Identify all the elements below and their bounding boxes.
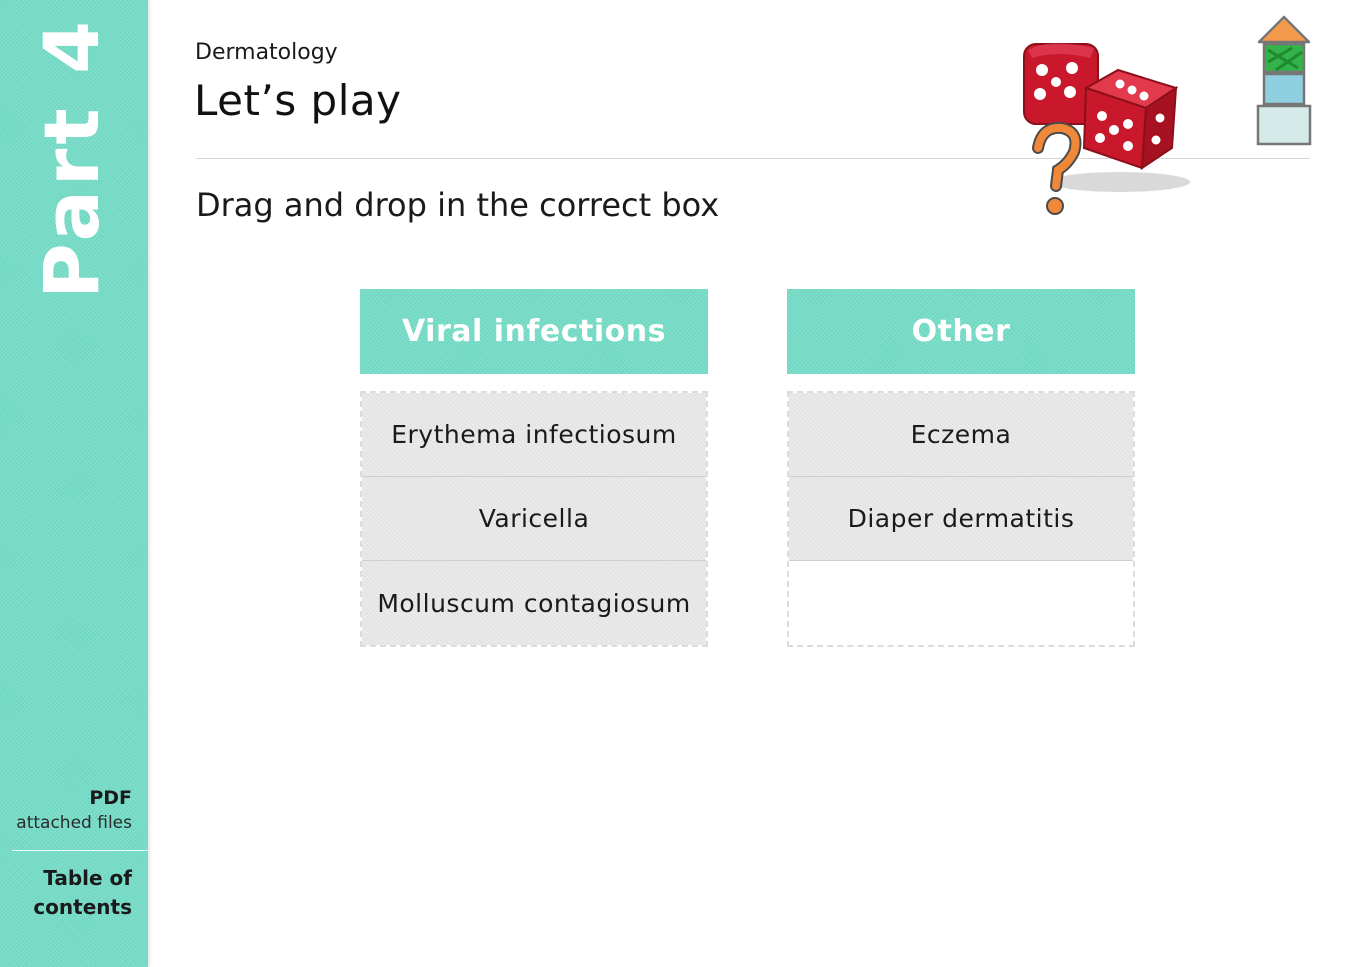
- drop-zone[interactable]: Erythema infectiosum Varicella Molluscum…: [360, 391, 708, 647]
- stacked-blocks-home-icon[interactable]: [1252, 14, 1316, 148]
- page-title: Let’s play: [194, 76, 402, 125]
- subject-label: Dermatology: [195, 40, 338, 65]
- dice-icon: [1082, 68, 1179, 170]
- table-of-contents-link[interactable]: Table of contents: [2, 864, 132, 922]
- category-column-other: Other Eczema Diaper dermatitis: [787, 289, 1135, 647]
- dice-question-illustration: [1023, 43, 1190, 215]
- drop-zone[interactable]: Eczema Diaper dermatitis: [787, 391, 1135, 647]
- part-label: Part 4: [27, 16, 116, 300]
- draggable-item[interactable]: Eczema: [789, 393, 1133, 477]
- question-mark-icon: [1032, 121, 1082, 215]
- sidebar-divider: [12, 850, 148, 851]
- draggable-item[interactable]: Diaper dermatitis: [789, 477, 1133, 561]
- draggable-item[interactable]: Molluscum contagiosum: [362, 561, 706, 645]
- category-header: Other: [787, 289, 1135, 374]
- pdf-attached-files-link[interactable]: PDF attached files: [16, 786, 132, 836]
- empty-drop-slot[interactable]: [789, 561, 1133, 645]
- category-column-viral-infections: Viral infections Erythema infectiosum Va…: [360, 289, 708, 647]
- draggable-item[interactable]: Erythema infectiosum: [362, 393, 706, 477]
- sidebar: Part 4 PDF attached files Table of conte…: [0, 0, 148, 967]
- pdf-title: PDF: [89, 787, 132, 809]
- instruction-text: Drag and drop in the correct box: [196, 186, 720, 224]
- draggable-item[interactable]: Varicella: [362, 477, 706, 561]
- category-header: Viral infections: [360, 289, 708, 374]
- pdf-subtitle: attached files: [16, 813, 132, 833]
